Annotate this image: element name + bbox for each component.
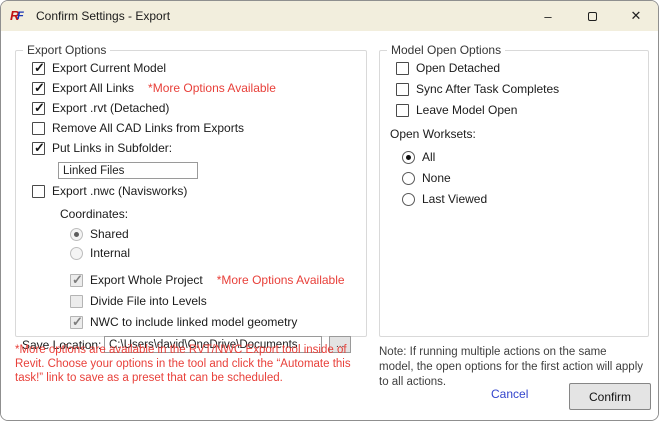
checkbox-label: Export .nwc (Navisworks) <box>52 184 187 198</box>
export-more-options-note: *More options are available in the RVT/N… <box>15 343 369 385</box>
radio-coordinates-shared[interactable]: Shared <box>70 227 360 241</box>
checkbox-box <box>32 82 45 95</box>
titlebar: R F Confirm Settings - Export – ✕ <box>1 1 658 31</box>
radio-label: Internal <box>90 246 130 260</box>
checkbox-label: Export Current Model <box>52 61 166 75</box>
window-controls: – ✕ <box>526 1 658 31</box>
radio-circle <box>70 247 83 260</box>
dialog-window: R F Confirm Settings - Export – ✕ Export… <box>0 0 659 421</box>
checkbox-export-all-links[interactable]: Export All Links *More Options Available <box>32 81 360 95</box>
radio-circle <box>402 193 415 206</box>
checkbox-box <box>396 104 409 117</box>
radio-worksets-all[interactable]: All <box>402 150 642 164</box>
checkbox-box <box>32 62 45 75</box>
checkbox-export-current-model[interactable]: Export Current Model <box>32 61 360 75</box>
checkbox-box <box>396 62 409 75</box>
checkbox-label: Divide File into Levels <box>90 294 207 308</box>
checkbox-box <box>32 142 45 155</box>
radio-coordinates-internal[interactable]: Internal <box>70 246 360 260</box>
radio-label: Last Viewed <box>422 192 487 206</box>
radio-worksets-none[interactable]: None <box>402 171 642 185</box>
checkbox-put-links-in-subfolder[interactable]: Put Links in Subfolder: <box>32 141 360 155</box>
checkbox-label: NWC to include linked model geometry <box>90 315 297 329</box>
dialog-content: Export Options Export Current Model Expo… <box>1 31 658 420</box>
checkbox-export-rvt-detached[interactable]: Export .rvt (Detached) <box>32 101 360 115</box>
checkbox-label: Export .rvt (Detached) <box>52 101 169 115</box>
checkbox-sync-after-task[interactable]: Sync After Task Completes <box>396 82 642 96</box>
checkbox-box <box>32 102 45 115</box>
model-open-options-title: Model Open Options <box>387 43 505 57</box>
checkbox-label: Remove All CAD Links from Exports <box>52 121 244 135</box>
radio-label: None <box>422 171 451 185</box>
radio-worksets-last-viewed[interactable]: Last Viewed <box>402 192 642 206</box>
checkbox-label: Export All Links <box>52 81 134 95</box>
checkbox-divide-file-into-levels[interactable]: Divide File into Levels <box>70 294 360 308</box>
checkbox-label: Sync After Task Completes <box>416 82 559 96</box>
cancel-link[interactable]: Cancel <box>491 387 528 401</box>
checkbox-leave-model-open[interactable]: Leave Model Open <box>396 103 642 117</box>
checkbox-box <box>396 83 409 96</box>
minimize-icon[interactable]: – <box>526 1 570 31</box>
checkbox-box <box>32 185 45 198</box>
checkbox-label: Export Whole Project <box>90 273 203 287</box>
subfolder-name-input[interactable] <box>58 162 198 179</box>
export-options-title: Export Options <box>23 43 110 57</box>
checkbox-label: Leave Model Open <box>416 103 517 117</box>
checkbox-label: Open Detached <box>416 61 500 75</box>
confirm-button[interactable]: Confirm <box>569 383 651 410</box>
radio-circle <box>402 172 415 185</box>
radio-label: All <box>422 150 435 164</box>
maximize-icon[interactable] <box>570 1 614 31</box>
checkbox-box <box>70 295 83 308</box>
close-icon[interactable]: ✕ <box>614 1 658 31</box>
app-logo-icon: R F <box>10 8 28 24</box>
more-options-note: *More Options Available <box>148 81 276 95</box>
logo-letter-f: F <box>17 9 24 23</box>
radio-circle <box>70 228 83 241</box>
radio-circle <box>402 151 415 164</box>
window-title: Confirm Settings - Export <box>36 9 170 23</box>
checkbox-export-whole-project[interactable]: Export Whole Project *More Options Avail… <box>70 273 360 287</box>
checkbox-remove-cad-links[interactable]: Remove All CAD Links from Exports <box>32 121 360 135</box>
checkbox-label: Put Links in Subfolder: <box>52 141 172 155</box>
checkbox-nwc-linked-geometry[interactable]: NWC to include linked model geometry <box>70 315 360 329</box>
open-worksets-label: Open Worksets: <box>390 127 642 141</box>
radio-label: Shared <box>90 227 129 241</box>
model-open-options-group: Model Open Options Open Detached Sync Af… <box>379 43 649 337</box>
checkbox-box <box>70 274 83 287</box>
more-options-note: *More Options Available <box>217 273 345 287</box>
checkbox-open-detached[interactable]: Open Detached <box>396 61 642 75</box>
checkbox-box <box>70 316 83 329</box>
export-options-group: Export Options Export Current Model Expo… <box>15 43 367 337</box>
checkbox-box <box>32 122 45 135</box>
coordinates-label: Coordinates: <box>60 207 360 221</box>
checkbox-export-nwc[interactable]: Export .nwc (Navisworks) <box>32 184 360 198</box>
